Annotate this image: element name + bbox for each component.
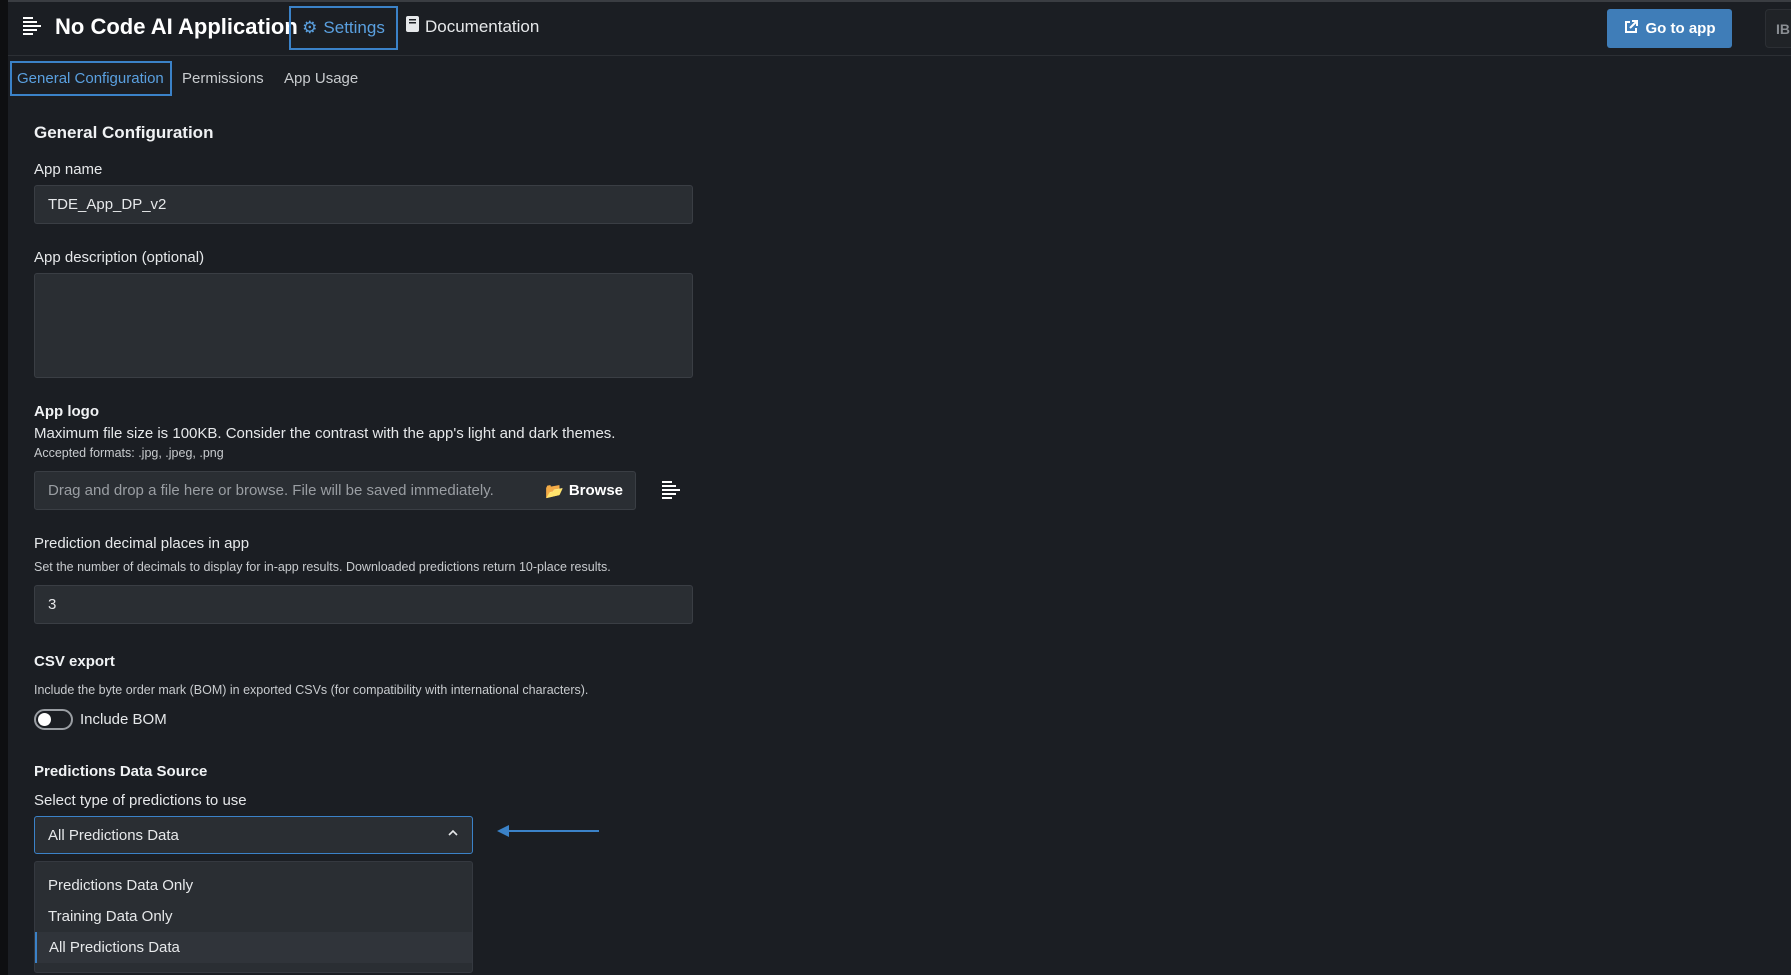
app-logo-help: Maximum file size is 100KB. Consider the…	[34, 425, 616, 442]
chevron-up-icon	[447, 826, 459, 843]
app-description-textarea[interactable]	[34, 273, 693, 378]
predictions-type-select[interactable]: All Predictions Data	[34, 816, 473, 854]
left-edge	[0, 0, 8, 975]
app-name-label: App name	[34, 161, 103, 178]
include-bom-toggle[interactable]	[34, 709, 73, 730]
csv-export-label: CSV export	[34, 653, 115, 670]
tab-general-configuration[interactable]: General Configuration	[10, 61, 172, 96]
avatar[interactable]: IB	[1765, 9, 1791, 48]
nav-documentation[interactable]: Documentation	[406, 16, 539, 37]
nav-documentation-label: Documentation	[425, 16, 540, 36]
nav-settings[interactable]: ⚙ Settings	[289, 6, 398, 50]
select-type-label: Select type of predictions to use	[34, 792, 247, 809]
folder-open-icon: 📂	[545, 482, 564, 500]
app-logo-label: App logo	[34, 403, 99, 420]
logo-dropzone[interactable]: Drag and drop a file here or browse. Fil…	[34, 471, 636, 510]
app-title: No Code AI Application	[55, 14, 298, 39]
tab-permissions[interactable]: Permissions	[177, 61, 269, 96]
go-to-app-button[interactable]: Go to app	[1607, 9, 1732, 48]
section-title: General Configuration	[34, 123, 214, 142]
decimals-label: Prediction decimal places in app	[34, 535, 250, 552]
go-to-app-label: Go to app	[1645, 20, 1716, 37]
external-link-icon	[1624, 19, 1638, 38]
gear-icon: ⚙	[302, 18, 318, 37]
avatar-initials: IB	[1776, 21, 1790, 37]
browse-label: Browse	[568, 482, 623, 499]
app-logo-icon	[23, 17, 43, 40]
predictions-source-label: Predictions Data Source	[34, 763, 208, 780]
book-icon	[406, 16, 419, 37]
option-predictions-data-only[interactable]: Predictions Data Only	[35, 870, 472, 901]
predictions-type-menu: Predictions Data Only Training Data Only…	[34, 861, 473, 973]
logo-preview-icon	[659, 477, 685, 503]
nav-settings-label: Settings	[323, 18, 385, 37]
decimals-help: Set the number of decimals to display fo…	[34, 560, 611, 574]
app-description-label: App description (optional)	[34, 249, 205, 266]
decimals-input[interactable]: 3	[34, 585, 693, 624]
app-logo-formats: Accepted formats: .jpg, .jpeg, .png	[34, 446, 224, 460]
option-all-predictions-data[interactable]: All Predictions Data	[35, 932, 472, 963]
csv-export-help: Include the byte order mark (BOM) in exp…	[34, 683, 589, 697]
arrow-annotation-icon	[497, 824, 599, 843]
select-value: All Predictions Data	[48, 826, 179, 844]
tab-app-usage[interactable]: App Usage	[279, 61, 363, 96]
browse-button[interactable]: 📂 Browse	[545, 482, 623, 500]
option-training-data-only[interactable]: Training Data Only	[35, 901, 472, 932]
include-bom-label: Include BOM	[80, 711, 167, 728]
app-name-input[interactable]: TDE_App_DP_v2	[34, 185, 693, 224]
dropzone-placeholder: Drag and drop a file here or browse. Fil…	[48, 482, 494, 499]
